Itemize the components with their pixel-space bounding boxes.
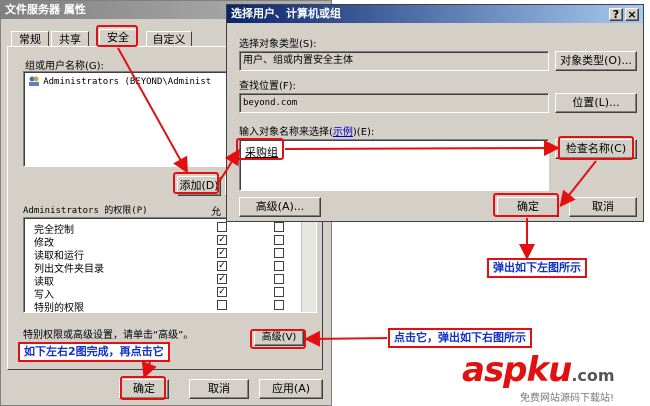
permission-deny-checkbox[interactable] bbox=[274, 274, 284, 284]
apply-button[interactable]: 应用(A) bbox=[259, 379, 323, 399]
permission-deny-checkbox[interactable] bbox=[274, 222, 284, 232]
allow-column-header: 允 bbox=[211, 207, 221, 218]
cancel-button[interactable]: 取消 bbox=[189, 379, 249, 399]
object-type-field: 用户、组或内置安全主体 bbox=[239, 51, 549, 71]
permission-deny-checkbox[interactable] bbox=[274, 261, 284, 271]
permission-allow-checkbox[interactable]: ✓ bbox=[217, 248, 227, 258]
object-name-label-post: )(E): bbox=[352, 127, 375, 138]
tab-sharing[interactable]: 共享 bbox=[51, 31, 89, 47]
perm-scrollbar[interactable] bbox=[301, 218, 316, 312]
permissions-header: Administrators 的权限(P) bbox=[23, 206, 148, 216]
select-dialog-title: 选择用户、计算机或组 bbox=[227, 5, 643, 23]
watermark-logo-suffix: .com bbox=[571, 366, 615, 385]
permission-deny-checkbox[interactable] bbox=[274, 248, 284, 258]
object-name-label-pre: 输入对象名称来选择( bbox=[239, 127, 333, 138]
locations-button[interactable]: 位置(L)... bbox=[555, 93, 637, 113]
popup-note: 弹出如下左图所示 bbox=[487, 258, 587, 278]
watermark-logo: aspku.com bbox=[462, 350, 615, 390]
tab-general[interactable]: 常规 bbox=[11, 31, 49, 47]
examples-link[interactable]: 示例 bbox=[333, 127, 353, 138]
select-users-dialog: 选择用户、计算机或组 ? × 选择对象类型(S): 用户、组或内置安全主体 对象… bbox=[226, 4, 644, 222]
permission-deny-checkbox[interactable] bbox=[274, 300, 284, 310]
click-note: 点击它，弹出如下右图所示 bbox=[388, 328, 532, 348]
permission-allow-checkbox[interactable]: ✓ bbox=[217, 287, 227, 297]
select-advanced-button[interactable]: 高级(A)... bbox=[239, 197, 321, 217]
permission-allow-checkbox[interactable] bbox=[217, 222, 227, 232]
highlight-security-tab bbox=[96, 25, 138, 47]
permission-deny-checkbox[interactable] bbox=[274, 287, 284, 297]
location-label: 查找位置(F): bbox=[239, 81, 296, 92]
permission-allow-checkbox[interactable]: ✓ bbox=[217, 274, 227, 284]
permission-allow-checkbox[interactable] bbox=[217, 300, 227, 310]
close-icon[interactable]: × bbox=[625, 8, 639, 21]
watermark-tagline: 免费网站源码下载站! bbox=[520, 393, 615, 404]
done-note: 如下左右2图完成，再点击它 bbox=[18, 342, 170, 362]
help-icon[interactable]: ? bbox=[609, 8, 623, 21]
special-permissions-text: 特别权限或高级设置，请单击“高级”。 bbox=[23, 330, 194, 341]
users-label: 组或用户名称(G): bbox=[25, 61, 104, 72]
user-item[interactable]: Administrators (BEYOND\Administ bbox=[28, 76, 211, 87]
highlight-ok bbox=[120, 376, 166, 400]
object-types-button[interactable]: 对象类型(O)... bbox=[555, 51, 637, 71]
highlight-check-names bbox=[558, 136, 634, 160]
highlight-add-button bbox=[173, 172, 219, 194]
user-item-label: Administrators (BEYOND\Administ bbox=[43, 77, 212, 87]
location-field: beyond.com bbox=[239, 93, 549, 113]
highlight-advanced bbox=[250, 329, 306, 349]
tab-custom[interactable]: 自定义 bbox=[146, 31, 192, 47]
object-type-label: 选择对象类型(S): bbox=[239, 39, 317, 50]
object-name-input[interactable]: 采购组 bbox=[239, 139, 549, 191]
permission-allow-checkbox[interactable]: ✓ bbox=[217, 261, 227, 271]
highlight-select-ok bbox=[493, 193, 559, 217]
group-icon bbox=[28, 76, 40, 86]
permissions-list: 完全控制 修改 ✓ 读取和运行 ✓ 列出文件夹目录 ✓ 读取 ✓ 写入 ✓ 特别的权限 bbox=[23, 217, 317, 313]
permission-label: 特别的权限 bbox=[34, 303, 84, 313]
object-name-label: 输入对象名称来选择(示例)(E): bbox=[239, 123, 374, 138]
permission-deny-checkbox[interactable] bbox=[274, 235, 284, 245]
permission-allow-checkbox[interactable]: ✓ bbox=[217, 235, 227, 245]
select-cancel-button[interactable]: 取消 bbox=[569, 197, 637, 217]
highlight-object-input bbox=[236, 138, 284, 160]
watermark-logo-text: aspku bbox=[462, 350, 572, 390]
